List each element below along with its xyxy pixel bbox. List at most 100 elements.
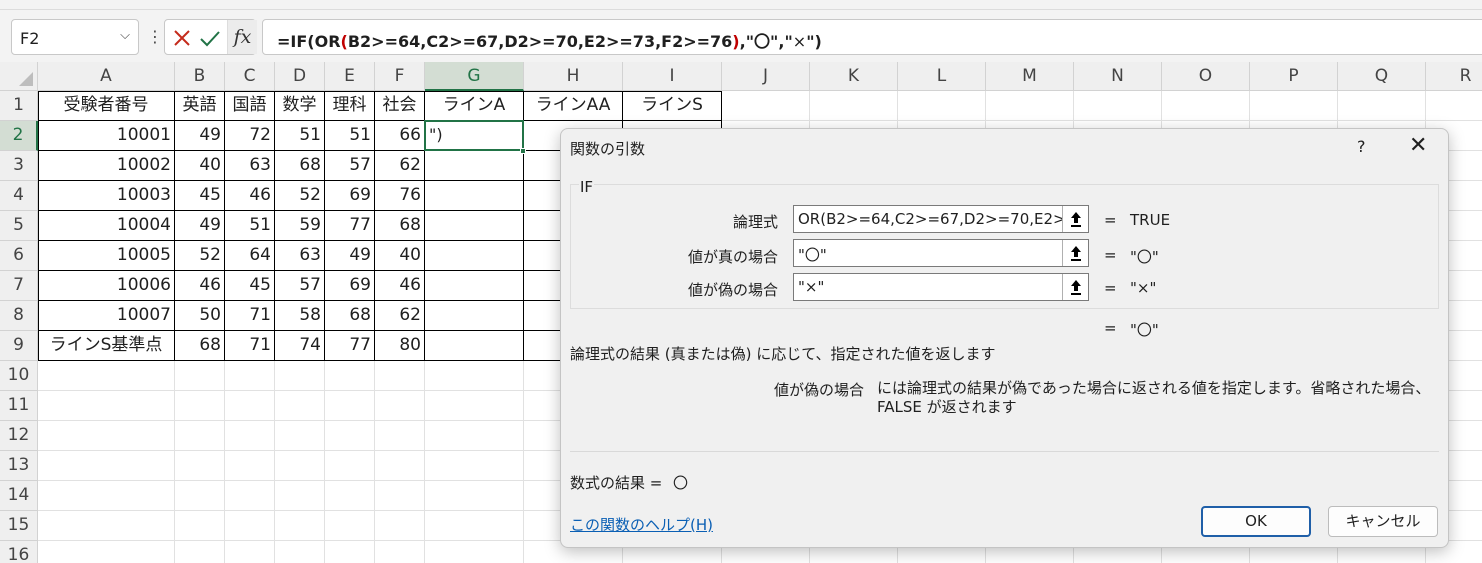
cell[interactable]: 50 <box>175 301 225 331</box>
cell[interactable]: ラインS基準点 <box>38 331 175 361</box>
cell[interactable] <box>425 421 524 451</box>
cell[interactable] <box>38 541 175 563</box>
cell[interactable]: 59 <box>275 211 325 241</box>
cell[interactable]: 57 <box>325 151 375 181</box>
column-header[interactable]: F <box>375 62 425 91</box>
more-options-icon[interactable]: ⋮ <box>147 27 163 46</box>
cell[interactable]: 66 <box>375 121 425 151</box>
row-header[interactable]: 3 <box>0 151 38 181</box>
cell[interactable]: 63 <box>275 241 325 271</box>
row-header[interactable]: 15 <box>0 511 38 541</box>
cell[interactable]: 40 <box>375 241 425 271</box>
cell[interactable] <box>325 361 375 391</box>
arg-input-logical-test[interactable]: OR(B2>=64,C2>=67,D2>=70,E2> <box>793 205 1089 233</box>
cell[interactable] <box>175 481 225 511</box>
cell[interactable] <box>425 301 524 331</box>
cancel-button[interactable]: キャンセル <box>1328 506 1438 537</box>
cell[interactable] <box>375 421 425 451</box>
cell[interactable] <box>275 361 325 391</box>
cell[interactable]: 80 <box>375 331 425 361</box>
cell[interactable] <box>425 361 524 391</box>
cell[interactable] <box>325 511 375 541</box>
cell[interactable]: 51 <box>225 211 275 241</box>
row-header[interactable]: 16 <box>0 541 38 563</box>
cell[interactable] <box>225 421 275 451</box>
row-header[interactable]: 9 <box>0 331 38 361</box>
cell[interactable]: 57 <box>275 271 325 301</box>
column-header[interactable]: M <box>986 62 1074 91</box>
cell[interactable]: 10005 <box>38 241 175 271</box>
cell[interactable]: 63 <box>225 151 275 181</box>
arg-input-value-if-true[interactable]: "〇" <box>793 239 1089 267</box>
cell[interactable]: 51 <box>275 121 325 151</box>
column-header[interactable]: E <box>325 62 375 91</box>
fill-handle[interactable] <box>520 148 526 154</box>
cell[interactable]: 10001 <box>38 121 175 151</box>
cell[interactable] <box>375 541 425 563</box>
cell[interactable]: ラインAA <box>524 91 623 121</box>
cell[interactable]: 49 <box>175 211 225 241</box>
collapse-dialog-icon[interactable] <box>1062 274 1088 300</box>
check-icon[interactable] <box>197 24 223 52</box>
cell[interactable] <box>175 391 225 421</box>
cell[interactable] <box>325 421 375 451</box>
cell[interactable]: 10006 <box>38 271 175 301</box>
cell[interactable] <box>1250 91 1338 121</box>
function-help-link[interactable]: この関数のヘルプ(H) <box>570 514 713 535</box>
row-header[interactable]: 10 <box>0 361 38 391</box>
cell[interactable]: 72 <box>225 121 275 151</box>
cell[interactable] <box>898 91 986 121</box>
column-header[interactable]: O <box>1162 62 1250 91</box>
cell[interactable]: 46 <box>175 271 225 301</box>
row-header[interactable]: 12 <box>0 421 38 451</box>
cell[interactable] <box>425 541 524 563</box>
close-icon[interactable]: ✕ <box>1409 135 1427 157</box>
cell[interactable] <box>1426 91 1482 121</box>
row-header[interactable]: 14 <box>0 481 38 511</box>
cell[interactable]: 10003 <box>38 181 175 211</box>
cell[interactable] <box>425 331 524 361</box>
collapse-dialog-icon[interactable] <box>1062 240 1088 266</box>
ok-button[interactable]: OK <box>1201 506 1311 537</box>
cell[interactable] <box>275 421 325 451</box>
cell[interactable]: 76 <box>375 181 425 211</box>
cell[interactable]: 49 <box>325 241 375 271</box>
cell[interactable] <box>375 481 425 511</box>
row-header[interactable]: 2 <box>0 121 38 151</box>
column-header[interactable]: P <box>1250 62 1338 91</box>
column-header[interactable]: G <box>425 62 524 91</box>
help-icon[interactable]: ? <box>1357 137 1366 156</box>
cell[interactable]: 10002 <box>38 151 175 181</box>
cell[interactable] <box>38 481 175 511</box>
cell[interactable] <box>722 91 810 121</box>
cell[interactable]: 46 <box>375 271 425 301</box>
row-header[interactable]: 4 <box>0 181 38 211</box>
cell[interactable]: 58 <box>275 301 325 331</box>
cell[interactable]: ラインA <box>425 91 524 121</box>
cell[interactable]: 68 <box>375 211 425 241</box>
cell[interactable] <box>425 181 524 211</box>
cell[interactable] <box>375 361 425 391</box>
cell[interactable]: 英語 <box>175 91 225 121</box>
cell[interactable]: 62 <box>375 151 425 181</box>
cell[interactable] <box>225 451 275 481</box>
cell[interactable] <box>425 211 524 241</box>
cell[interactable] <box>986 91 1074 121</box>
cell[interactable] <box>425 241 524 271</box>
cell[interactable]: 51 <box>325 121 375 151</box>
cell[interactable] <box>225 361 275 391</box>
cell[interactable]: 68 <box>325 301 375 331</box>
cell[interactable] <box>425 511 524 541</box>
cell[interactable]: 52 <box>175 241 225 271</box>
cell[interactable]: 71 <box>225 331 275 361</box>
cell[interactable] <box>810 91 898 121</box>
cell[interactable]: 国語 <box>225 91 275 121</box>
cell[interactable] <box>38 421 175 451</box>
cell[interactable] <box>325 451 375 481</box>
cell[interactable] <box>175 451 225 481</box>
cell[interactable] <box>375 511 425 541</box>
cell[interactable]: 受験者番号 <box>38 91 175 121</box>
cell[interactable]: 40 <box>175 151 225 181</box>
cell[interactable] <box>175 361 225 391</box>
cell[interactable] <box>175 511 225 541</box>
